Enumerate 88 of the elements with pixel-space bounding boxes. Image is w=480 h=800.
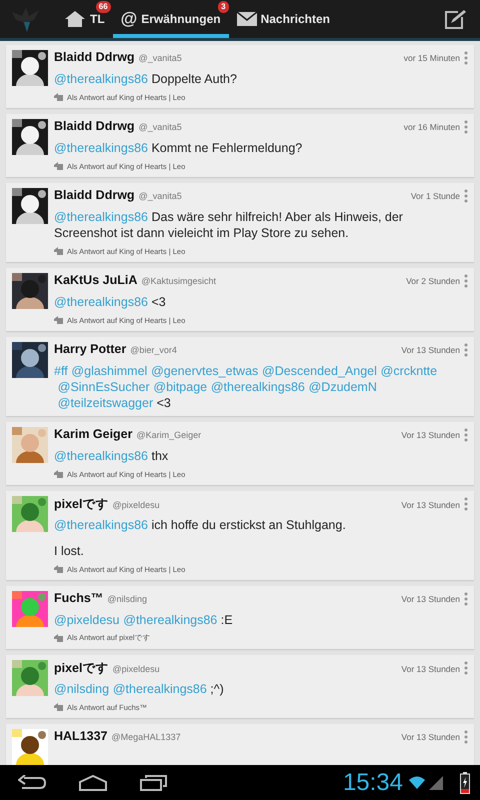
user-name: HAL1337: [54, 729, 108, 743]
timestamp: Vor 13 Stunden: [401, 594, 460, 604]
user-handle: @_vanita5: [138, 122, 182, 132]
compose-icon: [444, 9, 466, 29]
overflow-menu-icon[interactable]: [464, 51, 468, 65]
overflow-menu-icon[interactable]: [464, 497, 468, 511]
user-handle: @_vanita5: [138, 53, 182, 63]
timestamp: Vor 1 Stunde: [410, 191, 460, 201]
clock: 15:34: [342, 768, 403, 796]
mention-link[interactable]: @therealkings86: [210, 380, 305, 394]
tweet-text: I lost.: [54, 543, 85, 559]
timestamp: Vor 13 Stunden: [401, 345, 460, 355]
tweet-text: @therealkings86 ich hoffe du erstickst an Stuhlgang.: [54, 517, 347, 533]
tweet-text: @nilsding @therealkings86 ;^): [54, 681, 225, 697]
tab[interactable]: TL 66: [56, 0, 113, 38]
user-name: Blaidd Ddrwg: [54, 188, 135, 202]
user-name: Harry Potter: [54, 342, 126, 356]
overflow-menu-icon[interactable]: [464, 120, 468, 134]
tweet-text: @therealkings86 Kommt ne Fehlermeldung?: [54, 140, 304, 156]
user-name: KaKtUs JuLiA: [54, 273, 138, 287]
back-icon[interactable]: [18, 774, 46, 790]
timestamp: Vor 13 Stunden: [401, 430, 460, 440]
battery-icon: [460, 772, 470, 794]
user-handle: @_vanita5: [138, 191, 182, 201]
timestamp: Vor 13 Stunden: [401, 664, 460, 674]
mention-link[interactable]: @therealkings86: [54, 72, 148, 86]
mention-link[interactable]: @therealkings86: [54, 141, 148, 155]
user-name: Blaidd Ddrwg: [54, 119, 135, 133]
tweet-text: @therealkings86 Das wäre sehr hilfreich! Aber als Hinweis, der Screenshot ist dann vieleicht im Play Store zu sehen.: [54, 209, 404, 241]
signal-icon: [429, 776, 443, 790]
count-badge: 66: [96, 1, 111, 13]
timestamp: vor 16 Minuten: [404, 122, 460, 132]
mention-link[interactable]: @therealkings86: [54, 295, 148, 309]
mention-link[interactable]: @therealkings86: [54, 449, 148, 463]
tweet-card[interactable]: Harry Potter @bier_vor4 Vor 13 Stunden #ff @glashimmel @genervtes_etwas @Descended_Angel @crckntte @SinnEsSucher @bitpage @therealkings86 @DzudemN @teilzeitswagger <3: [6, 337, 474, 416]
mention-link[interactable]: @Descended_Angel: [262, 364, 377, 378]
user-handle: @Karim_Geiger: [136, 430, 202, 440]
tab[interactable]: @ Erwähnungen 3: [112, 0, 229, 38]
timestamp: Vor 13 Stunden: [401, 732, 460, 742]
mention-link[interactable]: @crckntte: [380, 364, 438, 378]
mention-link[interactable]: #ff: [54, 364, 68, 378]
overflow-menu-icon[interactable]: [464, 189, 468, 203]
mention-link[interactable]: @DzudemN: [308, 380, 377, 394]
mention-link[interactable]: @genervtes_etwas: [151, 364, 258, 378]
count-badge: 3: [218, 1, 229, 13]
timestamp: vor 15 Minuten: [404, 53, 460, 63]
tweet-card[interactable]: HAL1337 @MegaHAL1337 Vor 13 Stunden: [6, 724, 474, 765]
tweet-text: @pixeldesu @therealkings86 :E: [54, 612, 234, 628]
mention-link[interactable]: @bitpage: [153, 380, 208, 394]
user-handle: @nilsding: [107, 594, 147, 604]
user-name: Fuchs™: [54, 591, 104, 605]
mention-link[interactable]: @therealkings86: [123, 613, 218, 627]
overflow-menu-icon[interactable]: [464, 343, 468, 357]
mention-link[interactable]: @therealkings86: [54, 210, 148, 224]
user-handle: @MegaHAL1337: [112, 732, 181, 742]
user-name: pixelです: [54, 496, 108, 513]
user-handle: @Kaktusimgesicht: [141, 276, 216, 286]
tweet-text: @therealkings86 thx: [54, 448, 170, 464]
house-icon: [64, 10, 86, 28]
user-name: Karim Geiger: [54, 427, 133, 441]
overflow-menu-icon[interactable]: [464, 661, 468, 675]
mention-link[interactable]: @glashimmel: [71, 364, 148, 378]
envelope-icon: [236, 12, 257, 26]
mention-link[interactable]: @therealkings86: [112, 682, 207, 696]
timestamp: Vor 13 Stunden: [401, 500, 460, 510]
tweet-text: @therealkings86 <3: [54, 294, 167, 310]
user-handle: @bier_vor4: [130, 345, 177, 355]
mention-link[interactable]: @nilsding: [54, 682, 110, 696]
user-name: pixelです: [54, 660, 108, 677]
user-handle: @pixeldesu: [112, 500, 160, 510]
at-icon: @: [120, 9, 138, 29]
timestamp: Vor 2 Stunden: [406, 276, 460, 286]
user-name: Blaidd Ddrwg: [54, 50, 135, 64]
wifi-icon: [408, 776, 426, 790]
user-handle: @pixeldesu: [112, 664, 160, 674]
mention-link[interactable]: @therealkings86: [54, 518, 148, 532]
mention-link[interactable]: @pixeldesu: [54, 613, 120, 627]
mention-link[interactable]: @teilzeitswagger: [58, 396, 154, 410]
overflow-menu-icon[interactable]: [464, 592, 468, 606]
tab[interactable]: Nachrichten: [228, 0, 338, 38]
overflow-menu-icon[interactable]: [464, 730, 468, 744]
mention-link[interactable]: @SinnEsSucher: [58, 380, 150, 394]
tweet-text: #ff @glashimmel @genervtes_etwas @Descended_Angel @crckntte @SinnEsSucher @bitpage @therealkings86 @DzudemN @teilzeitswagger <3: [54, 363, 438, 411]
tweet-text: @therealkings86 Doppelte Auth?: [54, 71, 238, 87]
overflow-menu-icon[interactable]: [464, 274, 468, 288]
home-icon[interactable]: [78, 774, 108, 790]
recent-apps-icon[interactable]: [140, 774, 168, 790]
overflow-menu-icon[interactable]: [464, 428, 468, 442]
